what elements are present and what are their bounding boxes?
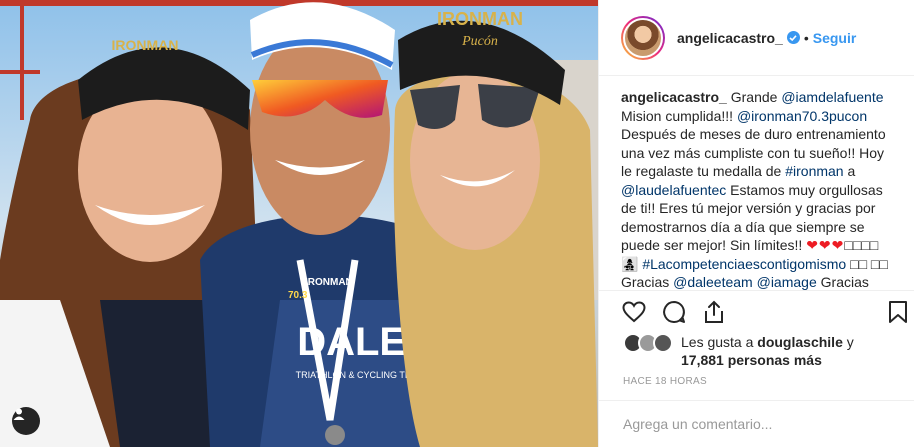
comment-button[interactable] — [661, 299, 687, 325]
likes-prefix: Les gusta a — [681, 334, 758, 350]
likes-user-link[interactable]: douglaschile — [757, 334, 843, 350]
hearts-emoji: ❤❤❤ — [806, 237, 845, 253]
photo-illustration: IRONMAN DALEE TRIATHLON & CYCLING TEAM I… — [0, 0, 598, 447]
avatar[interactable] — [621, 15, 665, 60]
photo-vest-text-2: 70.3 — [288, 290, 308, 301]
avatar-image — [623, 17, 663, 58]
caption-text: Mision cumplida!!! — [621, 107, 737, 124]
save-button[interactable] — [885, 299, 911, 325]
bookmark-icon — [889, 301, 907, 323]
photo-shirt-sub: TRIATHLON & CYCLING TEAM — [296, 370, 425, 380]
hashtag-link[interactable]: #ironman — [785, 163, 843, 179]
comment-icon — [663, 301, 685, 323]
mention-link[interactable]: @daleeteam — [673, 274, 753, 290]
verified-badge-icon — [786, 31, 800, 44]
hashtag-link[interactable]: #Lacompetenciaescontigomismo — [642, 256, 846, 272]
caption-text: a — [843, 163, 856, 179]
post-header: angelicacastro_ • Seguir — [599, 0, 914, 76]
likes-mid: y — [842, 334, 854, 350]
mention-link[interactable]: @iamdelafuente — [781, 89, 883, 105]
follow-button[interactable]: Seguir — [813, 30, 857, 46]
photo-cap-text-3: Pucón — [461, 34, 498, 49]
likes-text: Les gusta a douglaschile y 17,881 person… — [681, 333, 903, 369]
comment-form — [599, 400, 914, 447]
mention-link[interactable]: @ironman70.3pucon — [737, 108, 867, 124]
header-separator: • — [803, 29, 809, 46]
user-tag-button[interactable] — [12, 407, 40, 435]
photo-cap-text-1: IRONMAN — [112, 37, 179, 53]
photo-vest-text-1: IRONMAN — [305, 277, 353, 288]
post-photo[interactable]: IRONMAN DALEE TRIATHLON & CYCLING TEAM I… — [0, 0, 598, 447]
user-tag-icon — [13, 408, 25, 420]
share-button[interactable] — [701, 299, 727, 325]
mention-link[interactable]: @laudelafuentec — [621, 182, 726, 198]
caption-text: Gracias — [816, 274, 869, 290]
likes-count-link[interactable]: 17,881 personas más — [681, 352, 822, 368]
mention-link[interactable]: @iamage — [757, 274, 817, 290]
action-bar — [599, 290, 914, 330]
post-timestamp[interactable]: HACE 18 HORAS — [623, 376, 707, 387]
post-caption: angelicacastro_ Grande @iamdelafuente Mi… — [621, 88, 889, 290]
share-icon — [705, 300, 723, 323]
like-button[interactable] — [621, 299, 647, 325]
header-username[interactable]: angelicacastro_ — [677, 30, 783, 46]
liker-avatars[interactable] — [623, 333, 673, 353]
caption-text: Grande — [726, 89, 782, 105]
liker-avatar — [653, 333, 673, 353]
post-sidebar: angelicacastro_ • Seguir angelicacastro_… — [598, 0, 914, 447]
heart-icon — [622, 301, 646, 323]
comment-input[interactable] — [623, 416, 863, 432]
caption-author[interactable]: angelicacastro_ — [621, 89, 727, 105]
photo-cap-text-2: IRONMAN — [437, 9, 523, 29]
